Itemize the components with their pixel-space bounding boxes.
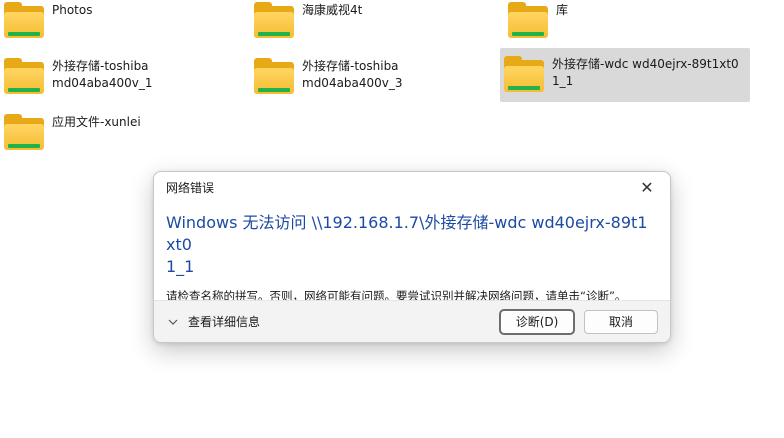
dialog-titlebar: 网络错误 ✕ [154,172,670,202]
folder-label: 外接存储-wdc wd40ejrx-89t1xt0 1_1 [552,57,739,88]
close-icon: ✕ [640,177,654,197]
dialog-content: Windows 无法访问 \\192.168.1.7\外接存储-wdc wd40… [154,202,670,306]
folder-item-library[interactable]: 库 [504,0,572,40]
cancel-button[interactable]: 取消 [584,309,658,334]
folder-item-toshiba-3[interactable]: 外接存储-toshiba md04aba400v_3 [250,56,407,96]
folder-item-wdc[interactable]: 外接存储-wdc wd40ejrx-89t1xt0 1_1 [500,48,750,102]
diagnose-button[interactable]: 诊断(D) [500,309,574,334]
network-error-dialog: 网络错误 ✕ Windows 无法访问 \\192.168.1.7\外接存储-w… [153,171,671,343]
folder-label: 外接存储-toshiba md04aba400v_3 [302,59,403,90]
folder-label: 海康威视4t [302,3,363,17]
folder-label: 外接存储-toshiba md04aba400v_1 [52,59,153,90]
folder-item-toshiba-1[interactable]: 外接存储-toshiba md04aba400v_1 [0,56,157,96]
chevron-down-icon [166,315,180,329]
dialog-title: 网络错误 [166,180,215,195]
details-toggle[interactable]: 查看详细信息 [166,313,260,330]
folder-icon [254,58,294,94]
details-label: 查看详细信息 [188,315,261,329]
folder-label: 应用文件-xunlei [52,115,141,129]
folder-icon [4,58,44,94]
folder-item-hikvision[interactable]: 海康威视4t [250,0,366,40]
folder-icon [4,114,44,150]
folder-label: 库 [556,3,569,17]
folder-label: Photos [52,3,93,17]
dialog-buttons: 诊断(D) 取消 [500,309,658,334]
folder-icon [508,2,548,38]
dialog-footer: 查看详细信息 诊断(D) 取消 [154,300,670,342]
folder-icon [254,2,294,38]
error-headline: Windows 无法访问 \\192.168.1.7\外接存储-wdc wd40… [166,213,648,276]
folder-icon [504,56,544,92]
folder-icon [4,2,44,38]
folder-item-photos[interactable]: Photos [0,0,96,40]
close-button[interactable]: ✕ [636,176,658,198]
folder-item-xunlei[interactable]: 应用文件-xunlei [0,112,145,152]
